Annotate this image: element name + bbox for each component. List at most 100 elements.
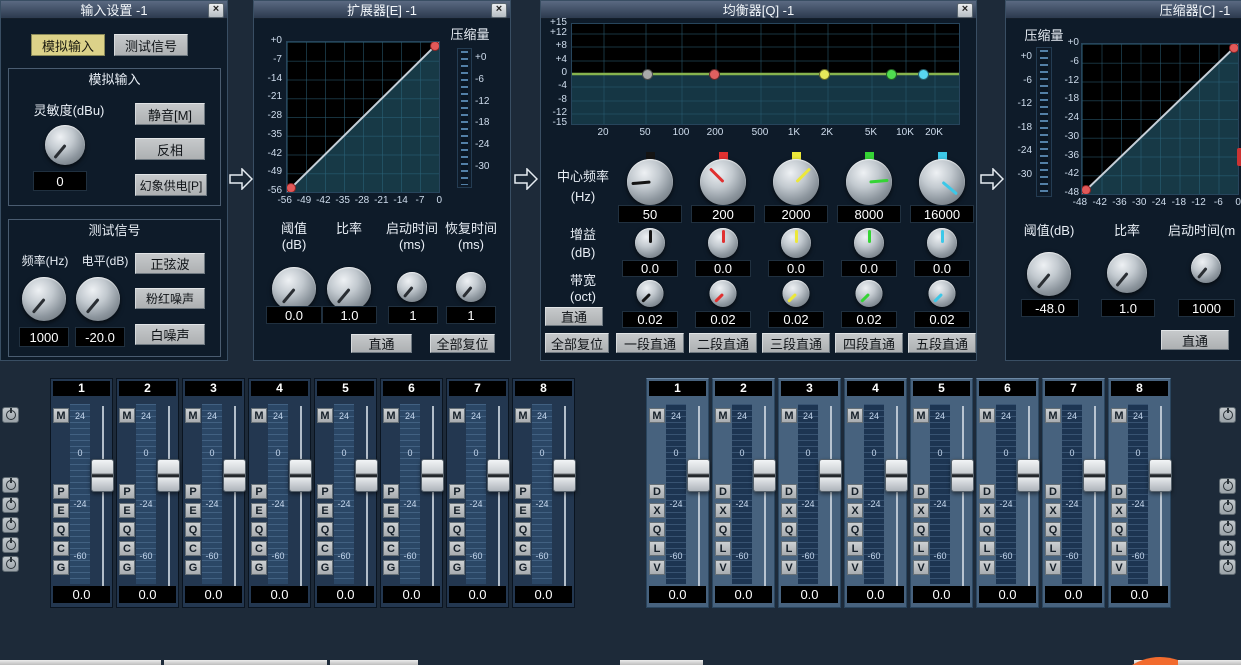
- mute-button[interactable]: M: [715, 408, 731, 423]
- channel-power-button[interactable]: [1219, 540, 1236, 556]
- process-button[interactable]: D: [847, 484, 863, 499]
- process-button[interactable]: E: [251, 503, 267, 518]
- bypass-button[interactable]: 直通: [1161, 330, 1229, 350]
- process-button[interactable]: Q: [53, 522, 69, 537]
- fader-handle[interactable]: [487, 459, 510, 492]
- freq-knob[interactable]: [700, 159, 746, 205]
- mute-button[interactable]: M: [185, 408, 201, 423]
- eq-point-band2[interactable]: [709, 69, 720, 80]
- process-button[interactable]: L: [979, 541, 995, 556]
- ratio-knob[interactable]: [327, 267, 371, 311]
- process-button[interactable]: E: [185, 503, 201, 518]
- process-button[interactable]: Q: [781, 522, 797, 537]
- pink-noise-button[interactable]: 粉红噪声: [135, 288, 205, 309]
- fader-handle[interactable]: [223, 459, 246, 492]
- white-noise-button[interactable]: 白噪声: [135, 324, 205, 345]
- fader-handle[interactable]: [1083, 459, 1106, 492]
- process-button[interactable]: Q: [119, 522, 135, 537]
- mute-button[interactable]: M: [449, 408, 465, 423]
- transfer-curve-graph[interactable]: [1081, 43, 1239, 195]
- fader-handle[interactable]: [553, 459, 576, 492]
- band-bypass-button[interactable]: 四段直通: [835, 333, 903, 353]
- tab-analog-input[interactable]: 模拟输入: [31, 34, 105, 56]
- process-button[interactable]: C: [449, 541, 465, 556]
- channel-power-button[interactable]: [2, 556, 19, 572]
- process-button[interactable]: G: [185, 560, 201, 575]
- process-button[interactable]: L: [913, 541, 929, 556]
- process-button[interactable]: X: [979, 503, 995, 518]
- process-button[interactable]: C: [251, 541, 267, 556]
- gain-knob[interactable]: [781, 228, 811, 258]
- frequency-knob[interactable]: [22, 277, 66, 321]
- eq-point-band3[interactable]: [819, 69, 830, 80]
- process-button[interactable]: C: [185, 541, 201, 556]
- phantom-power-button[interactable]: 幻象供电[P]: [135, 174, 207, 196]
- bandwidth-knob[interactable]: [929, 280, 956, 307]
- process-button[interactable]: G: [251, 560, 267, 575]
- mute-button[interactable]: M: [515, 408, 531, 423]
- process-button[interactable]: G: [119, 560, 135, 575]
- process-button[interactable]: C: [515, 541, 531, 556]
- process-button[interactable]: X: [1045, 503, 1061, 518]
- channel-power-button[interactable]: [1219, 478, 1236, 494]
- fader-handle[interactable]: [951, 459, 974, 492]
- mute-button[interactable]: M: [53, 408, 69, 423]
- process-button[interactable]: P: [449, 484, 465, 499]
- close-icon[interactable]: ×: [491, 3, 507, 18]
- process-button[interactable]: P: [185, 484, 201, 499]
- curve-endpoint[interactable]: [1082, 186, 1091, 195]
- panel-titlebar[interactable]: 输入设置 -1 ×: [1, 1, 227, 19]
- process-button[interactable]: V: [847, 560, 863, 575]
- invert-button[interactable]: 反相: [135, 138, 205, 160]
- fader-handle[interactable]: [421, 459, 444, 492]
- freq-knob[interactable]: [773, 159, 819, 205]
- process-button[interactable]: L: [847, 541, 863, 556]
- curve-endpoint[interactable]: [287, 184, 296, 193]
- close-icon[interactable]: ×: [957, 3, 973, 18]
- mute-button[interactable]: M: [1111, 408, 1127, 423]
- process-button[interactable]: D: [715, 484, 731, 499]
- fader-handle[interactable]: [1149, 459, 1172, 492]
- process-button[interactable]: X: [781, 503, 797, 518]
- process-button[interactable]: V: [649, 560, 665, 575]
- channel-power-button[interactable]: [1219, 407, 1236, 423]
- process-button[interactable]: L: [649, 541, 665, 556]
- freq-knob[interactable]: [846, 159, 892, 205]
- channel-power-button[interactable]: [1219, 499, 1236, 515]
- mute-button[interactable]: M: [979, 408, 995, 423]
- freq-knob[interactable]: [919, 159, 965, 205]
- fader-handle[interactable]: [753, 459, 776, 492]
- process-button[interactable]: C: [53, 541, 69, 556]
- fader-handle[interactable]: [91, 459, 114, 492]
- channel-power-button[interactable]: [1219, 520, 1236, 536]
- mute-button[interactable]: 静音[M]: [135, 103, 205, 125]
- mute-button[interactable]: M: [1045, 408, 1061, 423]
- gain-knob[interactable]: [708, 228, 738, 258]
- process-button[interactable]: L: [1111, 541, 1127, 556]
- panel-titlebar[interactable]: 压缩器[C] -1 ×: [1006, 1, 1241, 19]
- process-button[interactable]: V: [913, 560, 929, 575]
- close-icon[interactable]: ×: [208, 3, 224, 18]
- process-button[interactable]: E: [383, 503, 399, 518]
- gain-knob[interactable]: [927, 228, 957, 258]
- process-button[interactable]: G: [383, 560, 399, 575]
- process-button[interactable]: Q: [979, 522, 995, 537]
- level-knob[interactable]: [76, 277, 120, 321]
- fader-handle[interactable]: [157, 459, 180, 492]
- bypass-button[interactable]: 直通: [351, 334, 412, 353]
- process-button[interactable]: V: [1045, 560, 1061, 575]
- process-button[interactable]: Q: [1111, 522, 1127, 537]
- channel-power-button[interactable]: [2, 517, 19, 533]
- fader-handle[interactable]: [289, 459, 312, 492]
- eq-curve-graph[interactable]: [571, 23, 960, 125]
- curve-endpoint[interactable]: [431, 42, 440, 51]
- process-button[interactable]: P: [383, 484, 399, 499]
- process-button[interactable]: G: [515, 560, 531, 575]
- curve-endpoint[interactable]: [1230, 44, 1239, 53]
- band-bypass-button[interactable]: 二段直通: [689, 333, 757, 353]
- bandwidth-knob[interactable]: [856, 280, 883, 307]
- process-button[interactable]: Q: [715, 522, 731, 537]
- process-button[interactable]: L: [715, 541, 731, 556]
- mute-button[interactable]: M: [847, 408, 863, 423]
- process-button[interactable]: Q: [251, 522, 267, 537]
